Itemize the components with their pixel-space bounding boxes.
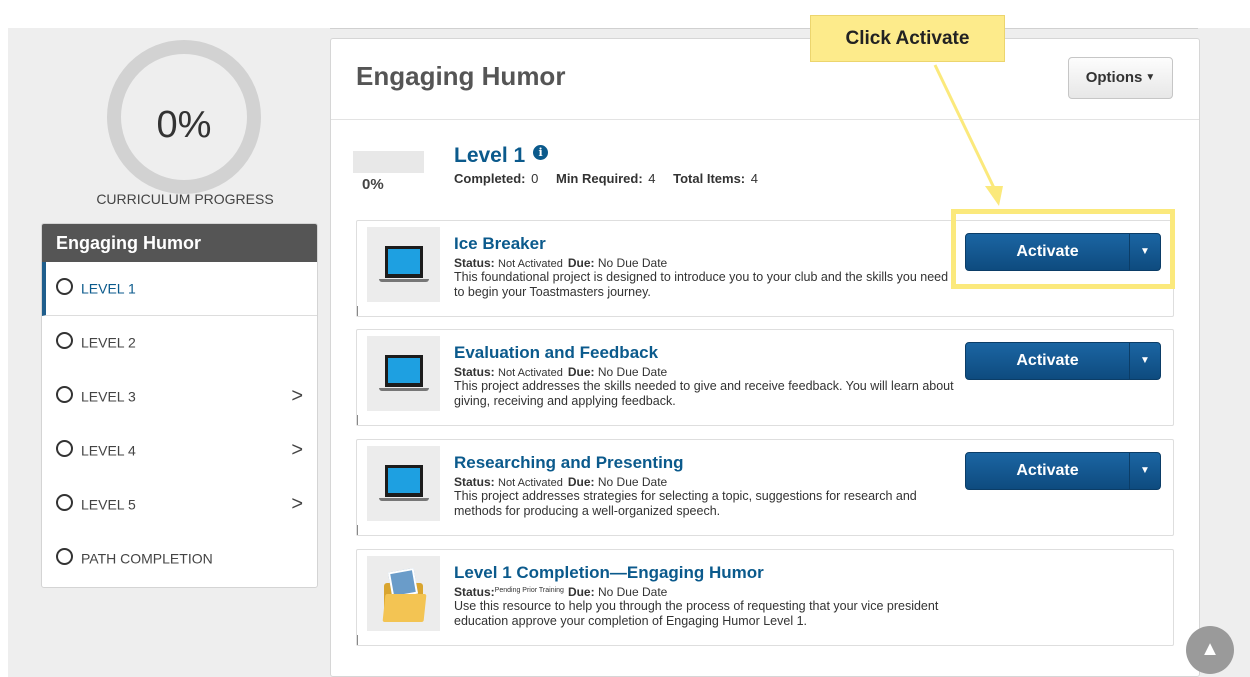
caret-down-icon[interactable]: ▼ <box>1130 355 1160 366</box>
sidebar-item-label: LEVEL 5 <box>81 496 136 513</box>
sidebar-item-label: PATH COMPLETION <box>81 550 213 567</box>
curriculum-progress-ring: 0% <box>107 40 261 194</box>
level-title-text: Level 1 <box>454 144 526 167</box>
level-progress-bar <box>353 151 424 173</box>
curriculum-progress-label: CURRICULUM PROGRESS <box>96 191 274 207</box>
caret-down-icon[interactable]: ▼ <box>1130 465 1160 476</box>
sidebar-item-path-completion[interactable]: PATH COMPLETION <box>42 532 317 586</box>
scroll-to-top-button[interactable]: ▲ <box>1186 626 1234 674</box>
project-card-researching-presenting: Researching and Presenting Status: Not A… <box>356 439 1174 536</box>
activate-label: Activate <box>1016 352 1079 369</box>
laptop-icon <box>367 336 440 411</box>
chevron-up-icon: ▲ <box>1200 638 1220 660</box>
level-progress-percent: 0% <box>362 176 384 193</box>
project-status: Status:Pending Prior Training Due: No Due… <box>454 585 668 599</box>
project-description: This project addresses the skills needed… <box>454 379 954 408</box>
chevron-right-icon[interactable]: > <box>291 439 303 462</box>
project-title[interactable]: Evaluation and Feedback <box>454 343 658 363</box>
circle-icon <box>56 332 73 350</box>
project-status: Status: Not Activated Due: No Due Date <box>454 256 668 270</box>
options-button[interactable]: Options ▼ <box>1068 57 1173 99</box>
sidebar-item-label: LEVEL 1 <box>81 280 136 297</box>
sidebar-item-level-3[interactable]: LEVEL 3 > <box>42 370 317 424</box>
project-description: This project addresses strategies for se… <box>454 489 917 518</box>
min-required-label: Min Required: <box>555 171 643 186</box>
main-panel: Engaging Humor Options ▼ 0% Level 1 i Com… <box>330 38 1200 677</box>
completed-label: Completed: <box>454 171 526 186</box>
sidebar-title: Engaging Humor <box>42 224 317 262</box>
sidebar-item-label: LEVEL 3 <box>81 388 136 405</box>
activate-highlight-box <box>951 209 1175 289</box>
level-stats: Completed: 0 Min Required: 4 Total Items… <box>454 171 772 186</box>
chevron-right-icon[interactable]: > <box>291 385 303 408</box>
level-title: Level 1 i <box>454 144 549 168</box>
sidebar-item-level-5[interactable]: LEVEL 5 > <box>42 478 317 532</box>
activate-button[interactable]: Activate ▼ <box>965 342 1161 380</box>
activate-button[interactable]: Activate ▼ <box>965 452 1161 490</box>
sidebar-item-level-2[interactable]: LEVEL 2 <box>42 316 317 370</box>
min-required-value: 4 <box>648 171 656 186</box>
circle-icon <box>56 494 73 512</box>
completed-value: 0 <box>531 171 539 186</box>
project-status: Status: Not Activated Due: No Due Date <box>454 365 668 379</box>
level-sidebar: Engaging Humor LEVEL 1 LEVEL 2 LEVEL 3 >… <box>41 223 318 588</box>
project-description: This foundational project is designed to… <box>454 270 949 299</box>
page-title: Engaging Humor <box>356 61 566 91</box>
caret-down-icon: ▼ <box>1145 72 1156 83</box>
panel-divider <box>331 119 1199 120</box>
total-items-label: Total Items: <box>673 171 746 186</box>
click-activate-callout: Click Activate <box>810 15 1005 62</box>
project-status: Status: Not Activated Due: No Due Date <box>454 475 668 489</box>
laptop-icon <box>367 227 440 302</box>
sidebar-item-level-4[interactable]: LEVEL 4 > <box>42 424 317 478</box>
project-card-evaluation-feedback: Evaluation and Feedback Status: Not Acti… <box>356 329 1174 426</box>
sidebar-item-label: LEVEL 4 <box>81 442 136 459</box>
project-description: Use this resource to help you through th… <box>454 599 939 628</box>
project-card-level-completion: Level 1 Completion—Engaging Humor Status… <box>356 549 1174 646</box>
sidebar-item-label: LEVEL 2 <box>81 334 136 351</box>
circle-icon <box>56 386 73 404</box>
project-title[interactable]: Ice Breaker <box>454 234 546 254</box>
total-items-value: 4 <box>750 171 758 186</box>
activate-label: Activate <box>1016 462 1079 479</box>
options-label: Options <box>1085 69 1143 86</box>
sidebar-item-level-1[interactable]: LEVEL 1 <box>42 262 317 316</box>
info-icon[interactable]: i <box>533 145 549 160</box>
top-divider <box>330 28 1198 29</box>
laptop-icon <box>367 446 440 521</box>
chevron-right-icon[interactable]: > <box>291 493 303 516</box>
project-title[interactable]: Researching and Presenting <box>454 453 684 473</box>
folder-icon <box>367 556 440 631</box>
circle-icon <box>56 548 73 566</box>
circle-icon <box>56 440 73 458</box>
project-title[interactable]: Level 1 Completion—Engaging Humor <box>454 563 764 583</box>
curriculum-progress-percent: 0% <box>156 104 212 146</box>
circle-icon <box>56 278 73 296</box>
